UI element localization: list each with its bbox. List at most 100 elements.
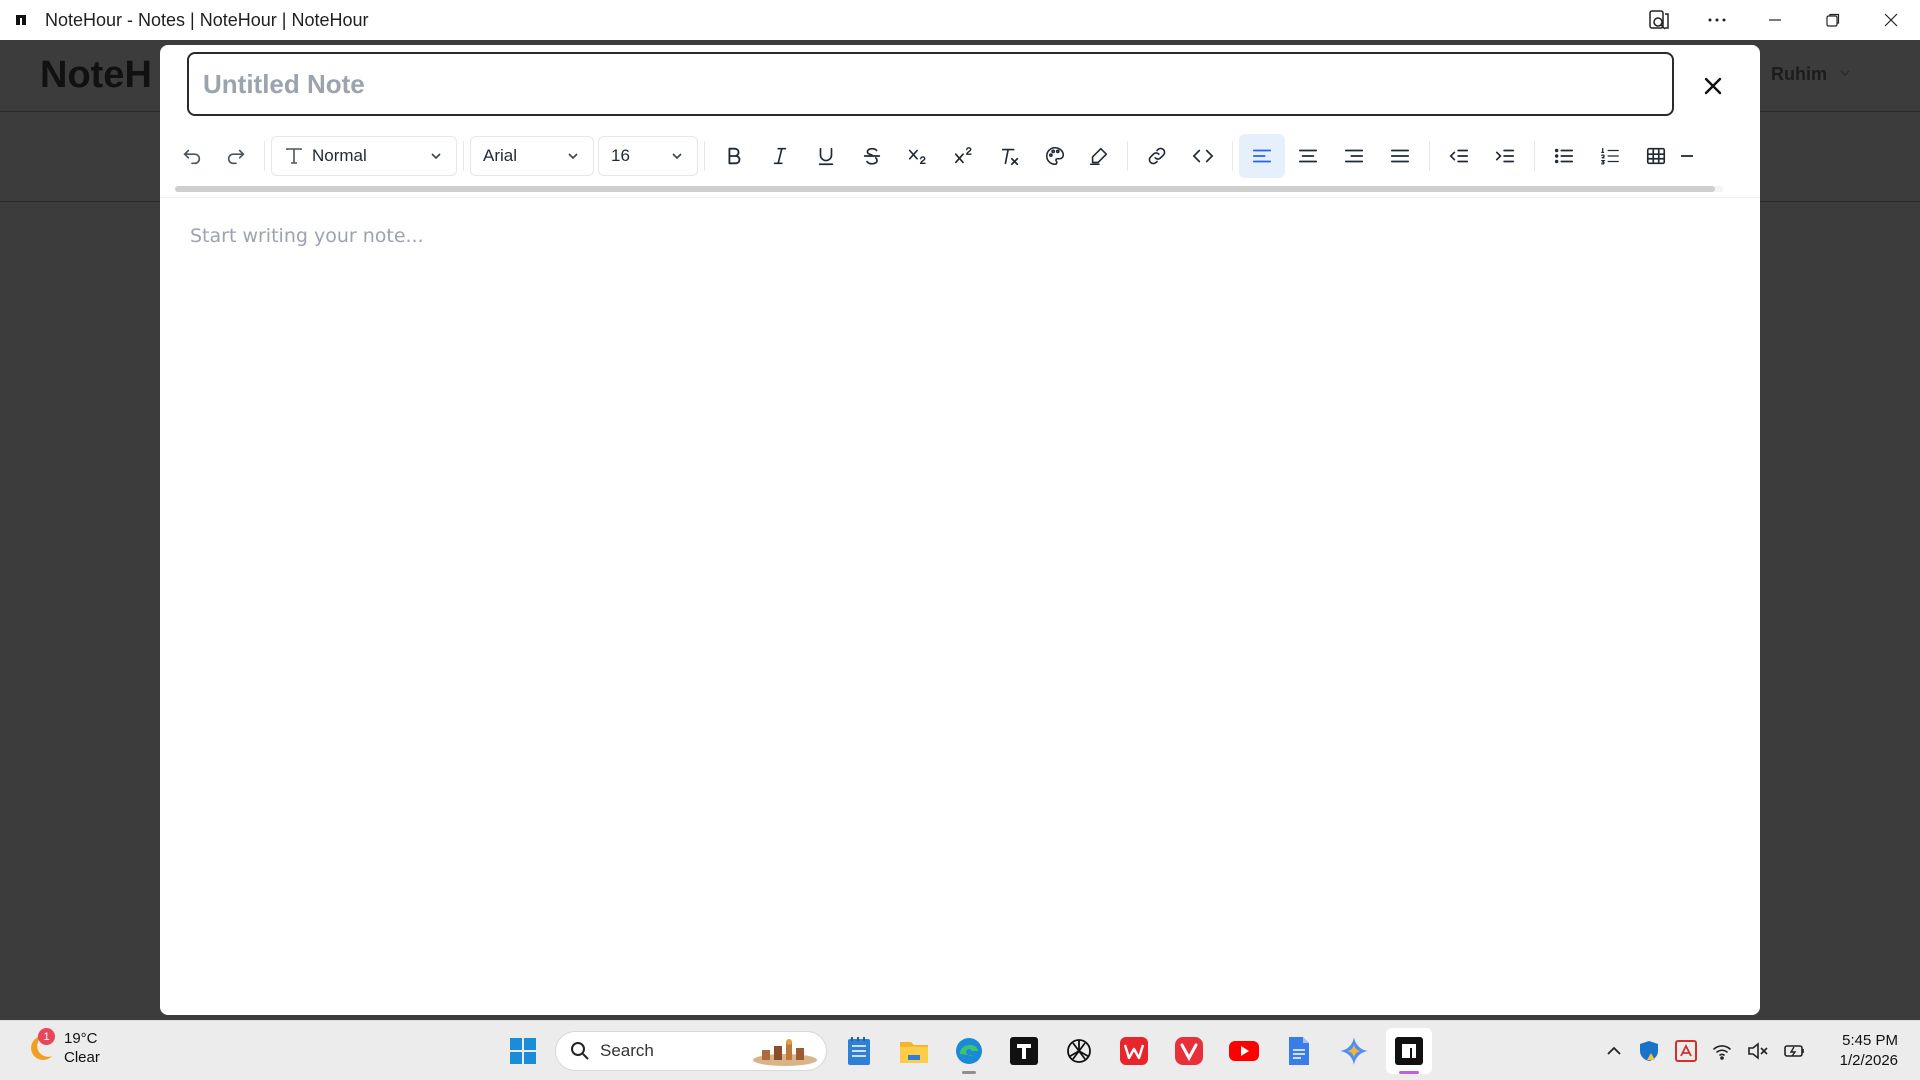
battery-charging-icon[interactable] <box>1783 1041 1807 1061</box>
close-window-button[interactable] <box>1862 0 1920 40</box>
taskbar-chatgpt[interactable] <box>1056 1028 1102 1074</box>
link-icon <box>1148 147 1166 165</box>
horizontal-rule-icon <box>1681 155 1693 157</box>
redo-button[interactable] <box>214 134 258 178</box>
background-logo: NoteH <box>40 54 152 96</box>
taskbar-file-explorer[interactable] <box>891 1028 937 1074</box>
align-right-icon <box>1344 149 1364 163</box>
heading-style-value: Normal <box>312 146 367 165</box>
pdf-reader-icon[interactable] <box>1675 1040 1697 1062</box>
note-body-editor[interactable]: Start writing your note... <box>190 225 1730 985</box>
formatting-toolbar: Normal Arial 16 <box>170 128 1760 184</box>
italic-icon <box>773 147 787 165</box>
weather-alert-badge: 1 <box>38 1028 55 1045</box>
running-indicator <box>962 1071 976 1074</box>
taskbar-google-docs[interactable] <box>1276 1028 1322 1074</box>
search-highlight-icon <box>753 1039 817 1066</box>
numbered-list-button[interactable] <box>1587 134 1633 178</box>
folder-icon <box>900 1042 928 1063</box>
taskbar-wps-office[interactable] <box>1111 1028 1157 1074</box>
table-button[interactable] <box>1633 134 1679 178</box>
undo-icon <box>183 149 201 165</box>
close-modal-button[interactable] <box>1694 67 1732 105</box>
clear-format-icon <box>1001 148 1019 166</box>
notehour-app-icon <box>10 8 34 32</box>
superscript-button[interactable] <box>941 134 987 178</box>
weather-temperature: 19°C <box>64 1030 98 1047</box>
indent-icon <box>1495 149 1515 163</box>
toolbar-scrollbar[interactable] <box>175 186 1723 192</box>
toolbar-separator <box>1232 141 1233 171</box>
clock-time: 5:45 PM <box>1842 1032 1898 1049</box>
search-icon <box>571 1042 589 1060</box>
underline-icon <box>818 147 834 166</box>
window-title: NoteHour - Notes | NoteHour | NoteHour <box>45 9 369 30</box>
security-shield-icon[interactable] <box>1637 1039 1661 1063</box>
strikethrough-button[interactable] <box>849 134 895 178</box>
chevron-up-icon[interactable] <box>1605 1042 1623 1060</box>
note-title-input[interactable] <box>187 52 1674 116</box>
editor-placeholder: Start writing your note... <box>190 225 424 247</box>
notepad-icon <box>848 1037 870 1065</box>
chevron-down-icon <box>1840 70 1850 77</box>
windows-logo-icon <box>510 1038 536 1064</box>
taskbar-notehour[interactable] <box>1386 1028 1432 1074</box>
app-actions-icon[interactable] <box>1630 0 1688 40</box>
edge-browser-icon <box>956 1038 982 1064</box>
highlight-button[interactable] <box>1077 134 1121 178</box>
chatgpt-icon <box>1067 1039 1091 1063</box>
code-button[interactable] <box>1180 134 1226 178</box>
start-button[interactable] <box>500 1028 546 1074</box>
font-family-value: Arial <box>483 146 518 165</box>
font-size-select[interactable]: 16 <box>598 136 698 176</box>
subscript-button[interactable] <box>895 134 941 178</box>
undo-button[interactable] <box>170 134 214 178</box>
italic-button[interactable] <box>757 134 803 178</box>
chevron-down-icon <box>431 153 441 160</box>
outdent-icon <box>1449 149 1469 163</box>
strikethrough-icon <box>863 147 881 165</box>
align-left-button[interactable] <box>1239 134 1285 178</box>
align-center-button[interactable] <box>1285 134 1331 178</box>
taskbar-edge[interactable] <box>946 1028 992 1074</box>
vivaldi-icon <box>1175 1037 1203 1065</box>
youtube-icon <box>1229 1041 1259 1061</box>
weather-widget[interactable]: 1 19°C Clear <box>24 1028 100 1067</box>
heading-style-select[interactable]: Normal <box>271 136 457 176</box>
link-button[interactable] <box>1134 134 1180 178</box>
indent-button[interactable] <box>1482 134 1528 178</box>
font-size-value: 16 <box>611 146 630 165</box>
redo-icon <box>227 149 245 165</box>
align-right-button[interactable] <box>1331 134 1377 178</box>
superscript-icon <box>954 147 972 164</box>
volume-muted-icon[interactable] <box>1747 1041 1769 1061</box>
text-color-icon <box>1046 146 1065 166</box>
clear-format-button[interactable] <box>987 134 1033 178</box>
background-user-name[interactable]: Ruhim <box>1771 64 1827 85</box>
taskbar-youtube[interactable] <box>1221 1028 1267 1074</box>
font-family-select[interactable]: Arial <box>470 136 594 176</box>
taskbar-search[interactable]: Search <box>555 1031 827 1071</box>
table-icon <box>1646 147 1666 165</box>
toolbar-separator <box>1429 141 1430 171</box>
taskbar-gemini[interactable] <box>1331 1028 1377 1074</box>
more-options-icon[interactable] <box>1688 0 1746 40</box>
system-clock[interactable]: 5:45 PM 1/2/2026 <box>1830 1031 1898 1071</box>
wifi-icon[interactable] <box>1711 1041 1733 1061</box>
justify-button[interactable] <box>1377 134 1423 178</box>
taskbar-vivaldi[interactable] <box>1166 1028 1212 1074</box>
outdent-button[interactable] <box>1436 134 1482 178</box>
justify-icon <box>1390 149 1410 163</box>
bold-button[interactable] <box>711 134 757 178</box>
toolbar-separator <box>1127 141 1128 171</box>
toolbar-separator <box>704 141 705 171</box>
toolbar-scrollbar-thumb[interactable] <box>175 186 1715 192</box>
taskbar-t-app[interactable] <box>1001 1028 1047 1074</box>
bullet-list-button[interactable] <box>1541 134 1587 178</box>
restore-button[interactable] <box>1804 0 1862 40</box>
taskbar-notepad[interactable] <box>836 1028 882 1074</box>
text-color-button[interactable] <box>1033 134 1077 178</box>
minimize-button[interactable] <box>1746 0 1804 40</box>
underline-button[interactable] <box>803 134 849 178</box>
horizontal-rule-button[interactable] <box>1679 134 1699 178</box>
